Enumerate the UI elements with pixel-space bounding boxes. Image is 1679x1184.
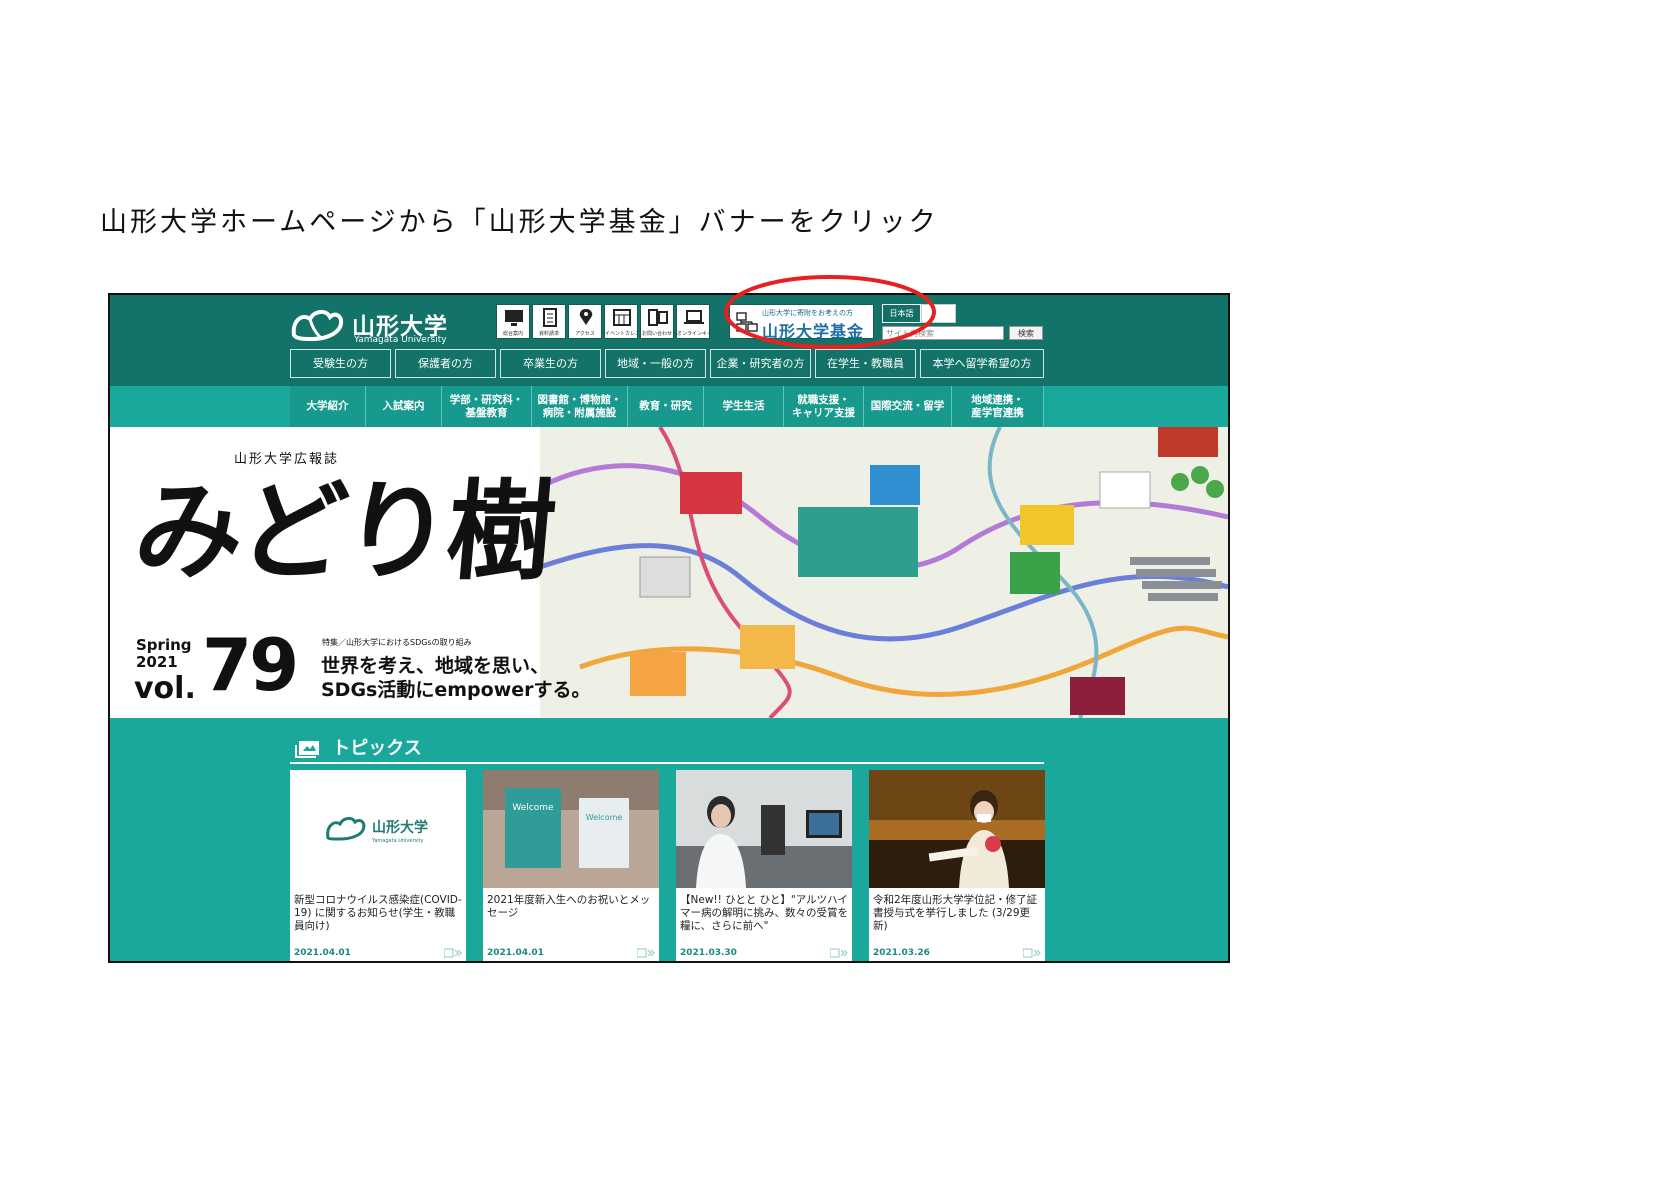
issue-vol-prefix: vol. bbox=[134, 671, 196, 706]
quick-link-access[interactable]: アクセス bbox=[568, 304, 602, 339]
quick-link-general[interactable]: 総合案内 bbox=[496, 304, 530, 339]
audience-nav: 受験生の方 保護者の方 卒業生の方 地域・一般の方 企業・研究者の方 在学生・教… bbox=[290, 349, 1044, 378]
language-japanese-button[interactable]: 日本語 bbox=[882, 304, 921, 323]
main-nav-career[interactable]: 就職支援・ キャリア支援 bbox=[784, 386, 864, 427]
topic-date: 2021.03.30 bbox=[680, 948, 737, 958]
topics-list: 山形大学 Yamagata University 新型コロナウイルス感染症(CO… bbox=[290, 770, 1045, 961]
feature-headline-2: SDGs活動にempowerする。 bbox=[321, 679, 591, 701]
topics-icon bbox=[295, 741, 319, 758]
svg-text:Welcome: Welcome bbox=[586, 813, 623, 822]
magazine-title: みどり樹 bbox=[129, 469, 557, 595]
topic-title: 令和2年度山形大学学位記・修了証書授与式を挙行しました (3/29更新) bbox=[873, 894, 1038, 932]
site-header: 山形大学 Yamagata University 総合案内 資料請求 アクセス … bbox=[110, 295, 1228, 386]
logo-mark-icon bbox=[291, 310, 343, 342]
more-arrow-icon[interactable] bbox=[830, 948, 848, 958]
quick-link-contact[interactable]: お問い合わせ bbox=[640, 304, 674, 339]
graduation-ceremony-photo bbox=[869, 770, 1045, 888]
main-nav-international[interactable]: 国際交流・留学 bbox=[864, 386, 952, 427]
language-english-button[interactable] bbox=[921, 304, 956, 323]
main-nav-faculties[interactable]: 学部・研究科・ 基盤教育 bbox=[442, 386, 532, 427]
logo-text-en: Yamagata University bbox=[354, 335, 447, 345]
audience-nav-international[interactable]: 本学へ留学希望の方 bbox=[920, 349, 1044, 378]
search-button[interactable]: 検索 bbox=[1009, 326, 1043, 340]
screenshot-frame: 山形大学 Yamagata University 総合案内 資料請求 アクセス … bbox=[108, 293, 1230, 963]
audience-nav-applicants[interactable]: 受験生の方 bbox=[290, 349, 391, 378]
topic-title: 2021年度新入生へのお祝いとメッセージ bbox=[487, 894, 651, 919]
topics-divider bbox=[290, 762, 1044, 764]
university-logo[interactable]: 山形大学 Yamagata University bbox=[290, 305, 460, 345]
fund-banner-title: 山形大学基金 bbox=[762, 322, 865, 341]
topic-date: 2021.04.01 bbox=[487, 948, 544, 958]
topics-heading: トピックス bbox=[294, 734, 422, 760]
sdgs-map-illustration bbox=[540, 427, 1228, 718]
main-nav-facilities[interactable]: 図書館・博物館・ 病院・附属施設 bbox=[532, 386, 628, 427]
svg-text:Yamagata University: Yamagata University bbox=[371, 838, 423, 844]
svg-text:山形大学: 山形大学 bbox=[372, 819, 428, 836]
topic-date: 2021.04.01 bbox=[294, 948, 351, 958]
topic-card[interactable]: 【New!! ひとと ひと】"アルツハイマー病の解明に挑み、数々の受賞を糧に、さ… bbox=[676, 770, 852, 961]
fund-banner[interactable]: 山形大学に寄附をお考えの方 山形大学基金 bbox=[729, 304, 874, 341]
main-nav-regional[interactable]: 地域連携・ 産学官連携 bbox=[952, 386, 1044, 427]
more-arrow-icon[interactable] bbox=[1023, 948, 1041, 958]
welcome-banner-photo: Welcome Welcome bbox=[483, 770, 659, 888]
topic-card[interactable]: Welcome Welcome 2021年度新入生へのお祝いとメッセージ 202… bbox=[483, 770, 659, 961]
network-icon bbox=[736, 312, 758, 332]
main-nav-about[interactable]: 大学紹介 bbox=[290, 386, 366, 427]
audience-nav-guardians[interactable]: 保護者の方 bbox=[395, 349, 496, 378]
topic-card[interactable]: 令和2年度山形大学学位記・修了証書授与式を挙行しました (3/29更新) 202… bbox=[869, 770, 1045, 961]
audience-nav-community[interactable]: 地域・一般の方 bbox=[605, 349, 706, 378]
topic-card[interactable]: 山形大学 Yamagata University 新型コロナウイルス感染症(CO… bbox=[290, 770, 466, 961]
university-logo-thumbnail: 山形大学 Yamagata University bbox=[290, 770, 466, 888]
researcher-photo bbox=[676, 770, 852, 888]
monitor-icon bbox=[505, 310, 523, 326]
topic-title: 新型コロナウイルス感染症(COVID-19) に関するお知らせ(学生・教職員向け… bbox=[294, 894, 462, 932]
quick-link-online-campus[interactable]: オンラインキャンパス bbox=[676, 304, 710, 339]
topic-title: 【New!! ひとと ひと】"アルツハイマー病の解明に挑み、数々の受賞を糧に、さ… bbox=[680, 894, 848, 932]
issue-season: Spring 2021 bbox=[136, 636, 192, 671]
issue-number: 79 bbox=[202, 623, 299, 707]
main-nav-education-research[interactable]: 教育・研究 bbox=[628, 386, 704, 427]
audience-nav-students-staff[interactable]: 在学生・教職員 bbox=[815, 349, 916, 378]
map-pin-icon bbox=[579, 309, 593, 325]
calendar-icon bbox=[613, 309, 631, 326]
quick-link-request[interactable]: 資料請求 bbox=[532, 304, 566, 339]
svg-text:Welcome: Welcome bbox=[512, 803, 554, 813]
quick-links: 総合案内 資料請求 アクセス イベントカレンダー お問い合わせ オンラインキャン… bbox=[496, 304, 710, 339]
audience-nav-business[interactable]: 企業・研究者の方 bbox=[710, 349, 811, 378]
main-nav-admissions[interactable]: 入試案内 bbox=[366, 386, 442, 427]
feature-subtitle: 特集／山形大学におけるSDGsの取り組み bbox=[322, 638, 472, 647]
topic-date: 2021.03.26 bbox=[873, 948, 930, 958]
main-nav-student-life[interactable]: 学生生活 bbox=[704, 386, 784, 427]
main-nav: 大学紹介 入試案内 学部・研究科・ 基盤教育 図書館・博物館・ 病院・附属施設 … bbox=[110, 386, 1228, 427]
topics-section: トピックス 山形大学 Yamagata University 新型コロナウイルス… bbox=[110, 718, 1228, 961]
instruction-caption: 山形大学ホームページから「山形大学基金」バナーをクリック bbox=[100, 207, 939, 238]
more-arrow-icon[interactable] bbox=[444, 948, 462, 958]
mobile-icon bbox=[648, 309, 668, 326]
audience-nav-alumni[interactable]: 卒業生の方 bbox=[500, 349, 601, 378]
more-arrow-icon[interactable] bbox=[637, 948, 655, 958]
fund-banner-subtitle: 山形大学に寄附をお考えの方 bbox=[762, 309, 853, 317]
magazine-cover-text: 山形大学広報誌 みどり樹 Spring 2021 vol. 79 特集／山形大学… bbox=[110, 427, 591, 718]
quick-link-calendar[interactable]: イベントカレンダー bbox=[604, 304, 638, 339]
document-icon bbox=[543, 308, 557, 327]
feature-headline-1: 世界を考え、地域を思い、 bbox=[321, 655, 550, 677]
site-search-input[interactable]: サイト内検索 bbox=[882, 326, 1004, 340]
hero-banner[interactable]: 山形大学広報誌 みどり樹 Spring 2021 vol. 79 特集／山形大学… bbox=[110, 427, 1228, 718]
laptop-icon bbox=[684, 310, 704, 324]
